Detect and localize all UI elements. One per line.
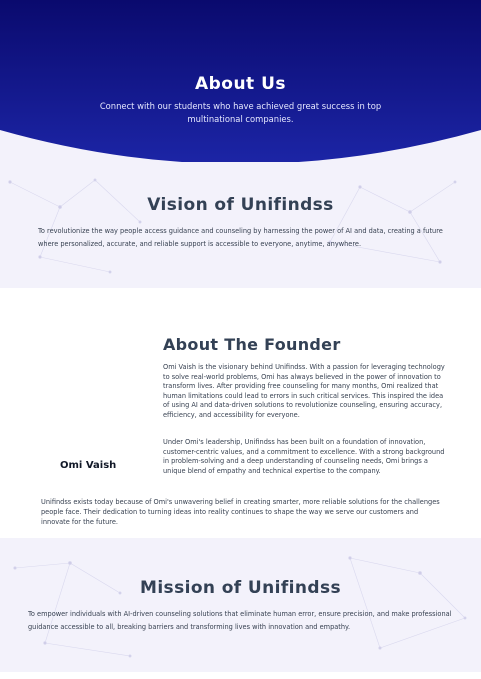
- network-pattern-decoration: [13, 556, 467, 658]
- hero-subtitle: Connect with our students who have achie…: [99, 101, 382, 124]
- hero-banner: About Us Connect with our students who h…: [0, 0, 481, 162]
- founder-title: About The Founder: [163, 335, 341, 354]
- vision-text: To revolutionize the way people access g…: [38, 227, 443, 248]
- page-bottom-divider: [0, 672, 481, 679]
- founder-paragraph: Under Omi's leadership, Unifindss has be…: [163, 438, 445, 475]
- mission-title: Mission of Unifindss: [140, 578, 341, 598]
- mission-section: Mission of Unifindss To empower individu…: [0, 538, 481, 672]
- vision-section: Vision of Unifindss To revolutionize the…: [0, 162, 481, 288]
- vision-title: Vision of Unifindss: [147, 195, 334, 215]
- founder-section: About The Founder Omi Vaish Omi Vaish is…: [0, 288, 481, 538]
- page-title: About Us: [194, 74, 287, 94]
- founder-closing-text: Unifindss exists today because of Omi's …: [41, 498, 440, 526]
- founder-name: Omi Vaish: [60, 460, 117, 471]
- founder-paragraph: Omi Vaish is the visionary behind Unifin…: [163, 363, 445, 419]
- mission-text: To empower individuals with AI-driven co…: [28, 610, 452, 631]
